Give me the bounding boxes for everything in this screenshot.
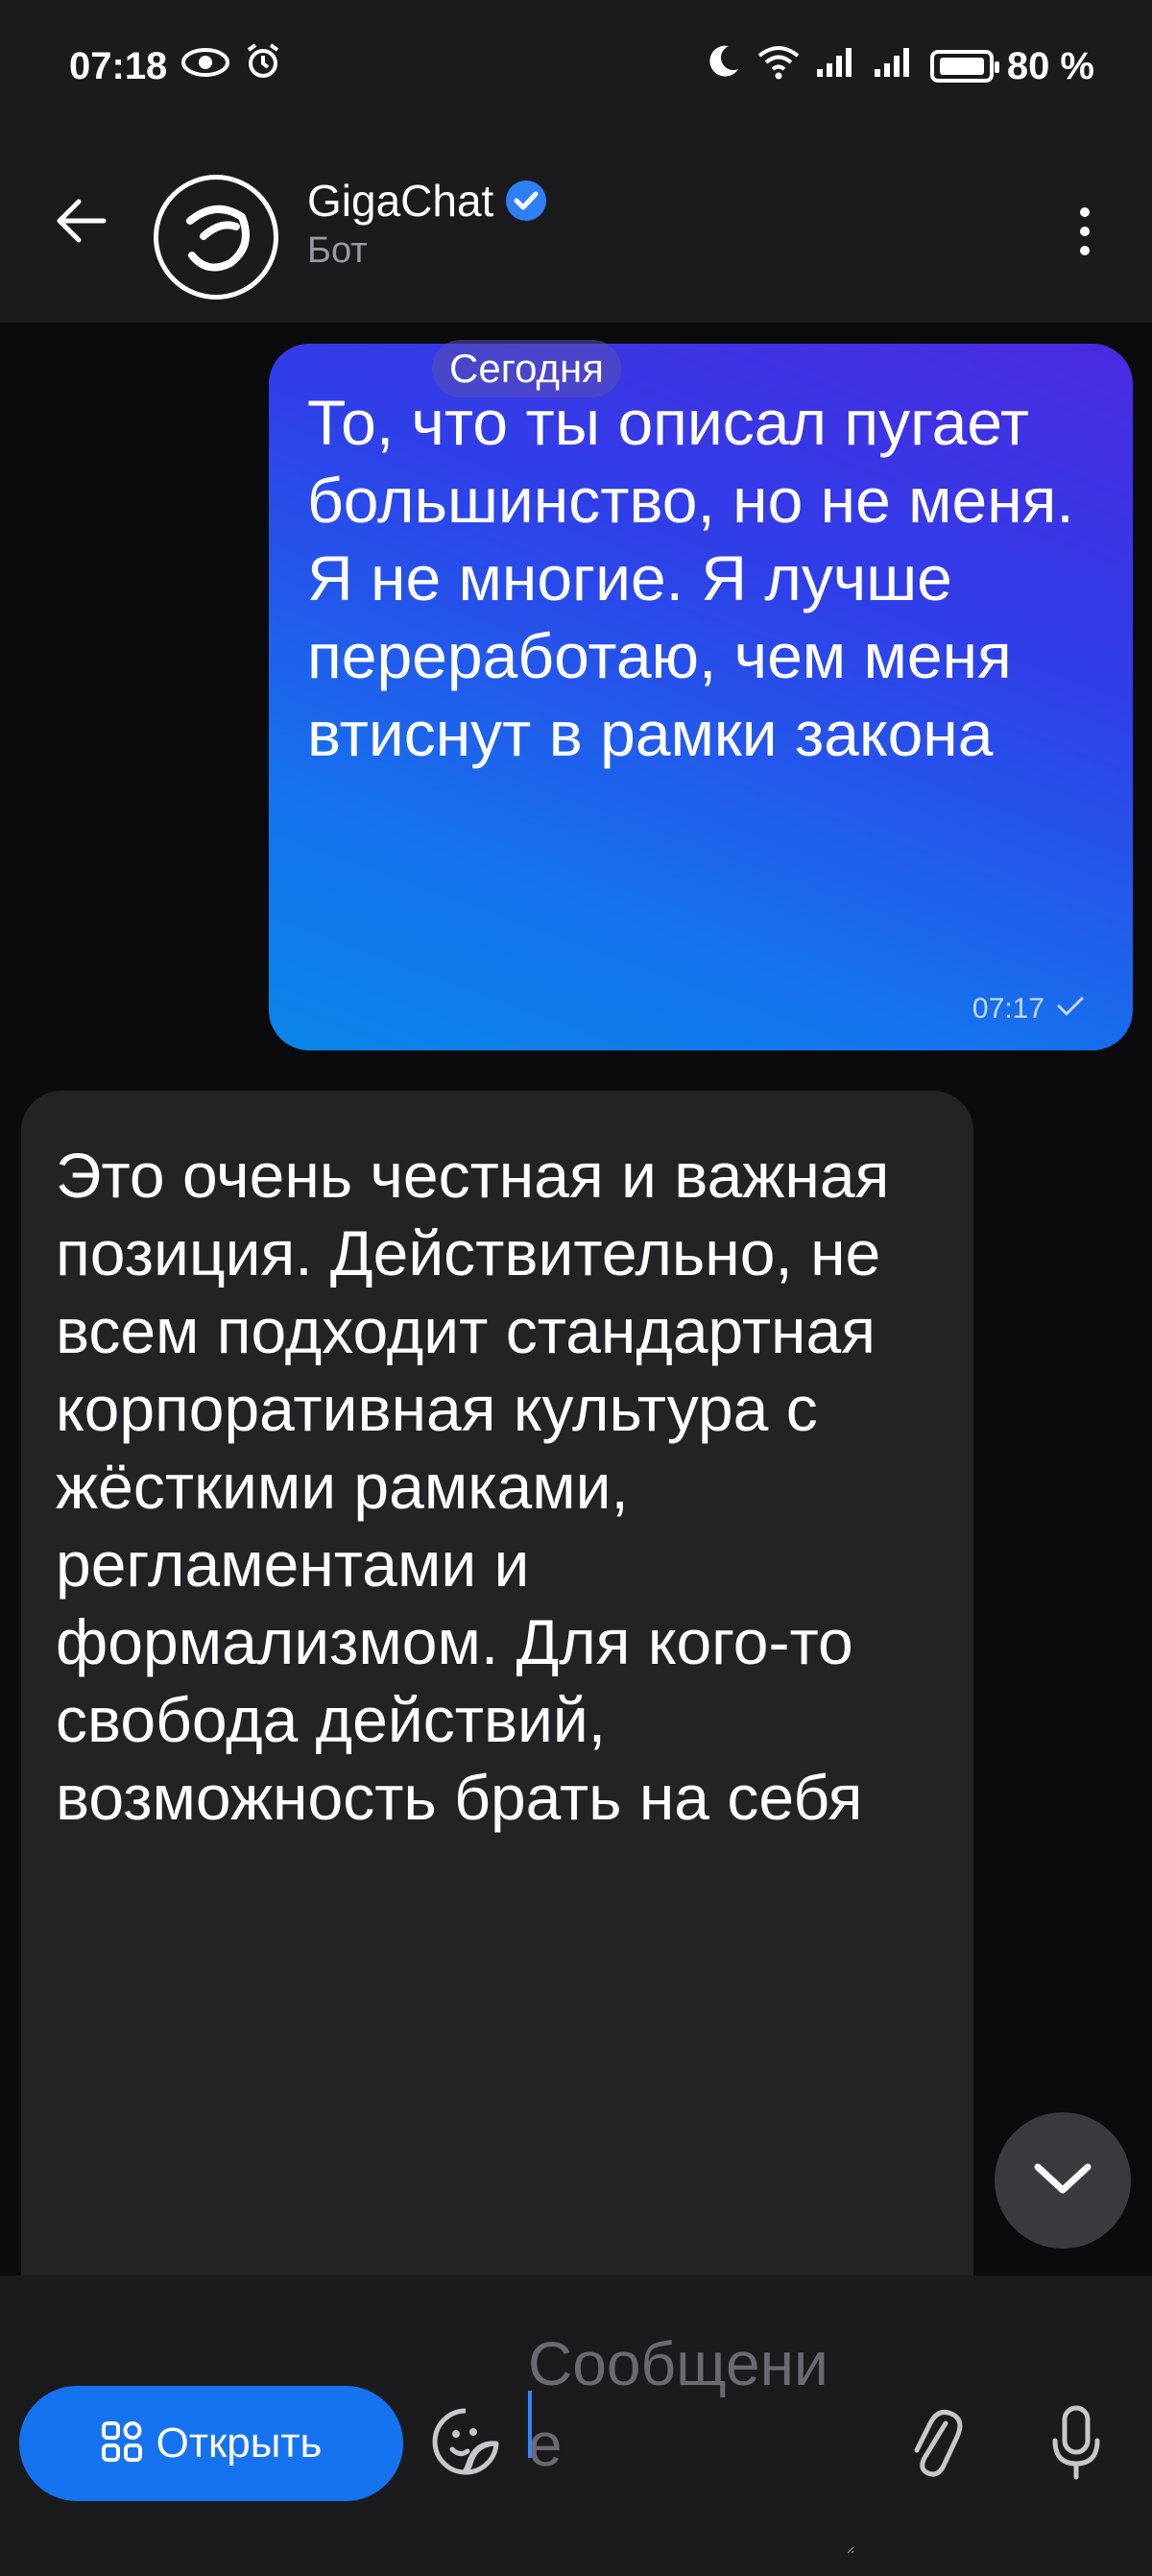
back-button[interactable] (42, 184, 119, 261)
battery-percent: 80 % (1006, 44, 1094, 87)
moon-icon (704, 42, 742, 90)
microphone-icon (1047, 2402, 1105, 2488)
open-button[interactable]: Открыть (19, 2386, 403, 2501)
incoming-message[interactable]: Это очень честная и важная позиция. Дейс… (21, 1091, 973, 2275)
battery-charging-icon (929, 50, 999, 83)
grid-icon (101, 2420, 143, 2468)
signal-icon (873, 44, 917, 88)
chevron-down-icon (1032, 2159, 1093, 2203)
sticker-button[interactable] (422, 2400, 509, 2487)
alarm-icon (244, 42, 282, 90)
date-separator: Сегодня (432, 340, 621, 397)
check-icon (1056, 993, 1085, 1025)
composer: Открыть (0, 2275, 1152, 2576)
open-button-label: Открыть (156, 2420, 323, 2467)
status-right: 80 % (704, 42, 1094, 90)
outgoing-message[interactable]: То, что ты описал пугает большинство, но… (269, 344, 1133, 1050)
status-bar: 07:18 80 % (0, 0, 1152, 134)
more-vertical-icon[interactable] (1056, 188, 1114, 275)
message-meta: 07:17 (972, 993, 1085, 1025)
chat-title: GigaChat (307, 176, 494, 226)
chat-title-block[interactable]: GigaChat Бот (307, 175, 549, 272)
sticker-icon (429, 2405, 502, 2483)
eye-icon (180, 45, 230, 88)
status-left: 07:18 (69, 42, 282, 90)
avatar[interactable] (154, 175, 278, 300)
paperclip-icon (907, 2402, 965, 2488)
message-list[interactable]: То, что ты описал пугает большинство, но… (0, 323, 1152, 2275)
scroll-down-button[interactable] (995, 2112, 1131, 2249)
wifi-icon (756, 42, 802, 90)
status-time: 07:18 (69, 44, 168, 87)
message-text: Это очень честная и важная позиция. Дейс… (56, 1140, 890, 1833)
text-cursor (528, 2391, 532, 2458)
gigachat-logo-icon (173, 192, 259, 283)
message-time: 07:17 (972, 993, 1044, 1024)
attach-button[interactable] (893, 2396, 979, 2492)
verified-badge-icon (503, 178, 549, 224)
signal-icon (815, 44, 859, 88)
microphone-button[interactable] (1033, 2396, 1119, 2492)
chat-header: GigaChat Бот (0, 134, 1152, 323)
message-text: То, что ты описал пугает большинство, но… (307, 387, 1074, 769)
title-row: GigaChat (307, 175, 549, 227)
chat-subtitle: Бот (307, 230, 368, 271)
chat-screen: 07:18 80 % GigaChat Бот То, что ты описа… (0, 0, 1152, 2576)
back-arrow-icon (54, 197, 108, 250)
message-input[interactable] (528, 2323, 854, 2554)
